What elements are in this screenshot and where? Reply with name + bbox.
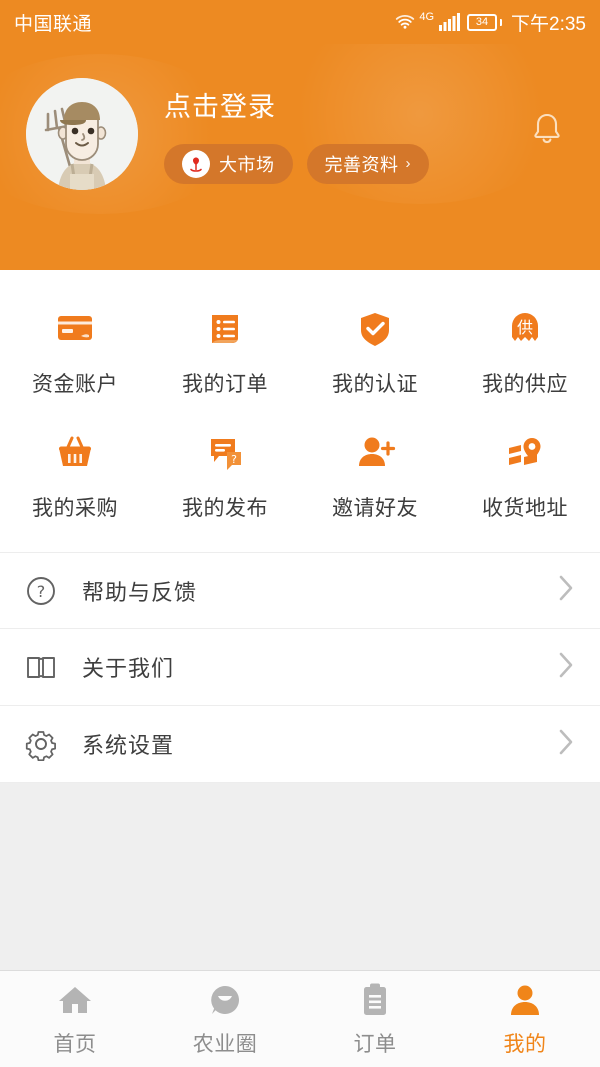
grid-item-fund-account[interactable]: 资金账户 [0, 288, 150, 412]
grid-item-label: 资金账户 [32, 373, 118, 396]
market-badge-label: 大市场 [219, 154, 275, 175]
profile-text: 点击登录 大市场 完善资料 › [164, 85, 429, 184]
grid-item-label: 我的发布 [182, 497, 268, 520]
person-add-icon [351, 428, 399, 476]
grid-item-label: 我的采购 [32, 497, 118, 520]
farmer-avatar[interactable] [26, 78, 138, 190]
chevron-right-icon [556, 572, 576, 609]
grid-item-my-orders[interactable]: 我的订单 [150, 288, 300, 412]
market-tulip-logo [182, 149, 210, 178]
grid-item-label: 收货地址 [482, 497, 568, 520]
gear-icon [24, 727, 70, 761]
grid-item-my-posts[interactable]: ? 我的发布 [150, 412, 300, 536]
tab-label: 首页 [53, 1032, 97, 1056]
svg-text:?: ? [231, 453, 237, 466]
settings-list: ? 帮助与反馈 关于我们 系统设置 [0, 552, 600, 783]
wifi-icon [394, 13, 416, 31]
grid-item-label: 我的订单 [182, 373, 268, 396]
grid-item-my-purchase[interactable]: 我的采购 [0, 412, 150, 536]
community-smile-icon [206, 981, 244, 1019]
battery-cap [500, 18, 503, 26]
list-item-label: 关于我们 [82, 656, 175, 681]
grid-item-my-supply[interactable]: 供 我的供应 [450, 288, 600, 412]
list-item-label: 帮助与反馈 [82, 579, 198, 605]
tab-label: 订单 [353, 1032, 397, 1056]
grid-item-my-certification[interactable]: 我的认证 [300, 288, 450, 412]
shortcut-grid: 资金账户 我的订单 我的认证 供 我的供应 我的采购 ? 我的发布 邀请好友 收… [0, 270, 600, 552]
chevron-right-icon: › [405, 155, 411, 172]
chevron-right-icon [556, 726, 576, 763]
cellular-signal-icon [439, 13, 461, 31]
person-icon [506, 981, 544, 1019]
list-item-help-feedback[interactable]: ? 帮助与反馈 [0, 552, 600, 629]
grid-row: 我的采购 ? 我的发布 邀请好友 收货地址 [0, 412, 600, 536]
grid-row: 资金账户 我的订单 我的认证 供 我的供应 [0, 288, 600, 412]
map-pin-icon [501, 428, 549, 476]
login-prompt[interactable]: 点击登录 [164, 85, 429, 124]
grid-item-label: 邀请好友 [332, 497, 418, 520]
app-screen: 中国联通 4G 34 下午2:35 点击登录 大市场 完善资料 › 资金账户 我… [0, 0, 600, 1067]
list-item-system-settings[interactable]: 系统设置 [0, 706, 600, 783]
shopping-basket-icon [51, 428, 99, 476]
svg-text:供: 供 [517, 318, 533, 337]
battery-icon: 34 [467, 13, 498, 31]
order-list-icon [201, 304, 249, 352]
grid-item-invite-friends[interactable]: 邀请好友 [300, 412, 450, 536]
complete-profile-label: 完善资料 [324, 154, 399, 175]
complete-profile-pill[interactable]: 完善资料 › [306, 143, 429, 184]
status-indicators: 4G 34 下午2:35 [394, 9, 586, 36]
profile-pills: 大市场 完善资料 › [164, 143, 429, 184]
bottom-tab-bar: 首页 农业圈 订单 我的 [0, 970, 600, 1067]
tab-home[interactable]: 首页 [0, 971, 150, 1067]
credit-card-icon [51, 304, 99, 352]
grid-item-shipping-address[interactable]: 收货地址 [450, 412, 600, 536]
tab-label: 我的 [503, 1032, 547, 1056]
market-badge-pill[interactable]: 大市场 [164, 143, 293, 184]
chevron-right-icon [556, 649, 576, 686]
chat-question-icon: ? [201, 428, 249, 476]
network-type-label: 4G [419, 10, 435, 23]
page-background [0, 783, 600, 970]
profile-header: 点击登录 大市场 完善资料 › [0, 44, 600, 270]
shield-check-icon [351, 304, 399, 352]
list-item-label: 系统设置 [82, 733, 175, 758]
supply-badge-icon: 供 [501, 304, 549, 352]
clock-label: 下午2:35 [511, 13, 586, 35]
grid-item-label: 我的认证 [332, 373, 418, 396]
tab-agriculture-circle[interactable]: 农业圈 [150, 971, 300, 1067]
question-circle-icon: ? [24, 574, 70, 608]
grid-item-label: 我的供应 [482, 373, 568, 396]
profile-block[interactable]: 点击登录 大市场 完善资料 › [0, 44, 600, 190]
tab-orders[interactable]: 订单 [300, 971, 450, 1067]
svg-text:?: ? [37, 582, 46, 601]
clipboard-icon [356, 981, 394, 1019]
home-icon [56, 981, 94, 1019]
open-book-icon [24, 650, 70, 684]
status-bar: 中国联通 4G 34 下午2:35 [0, 0, 600, 44]
carrier-label: 中国联通 [14, 13, 93, 35]
tab-label: 农业圈 [192, 1032, 258, 1056]
list-item-about-us[interactable]: 关于我们 [0, 629, 600, 706]
tab-profile[interactable]: 我的 [450, 971, 600, 1067]
